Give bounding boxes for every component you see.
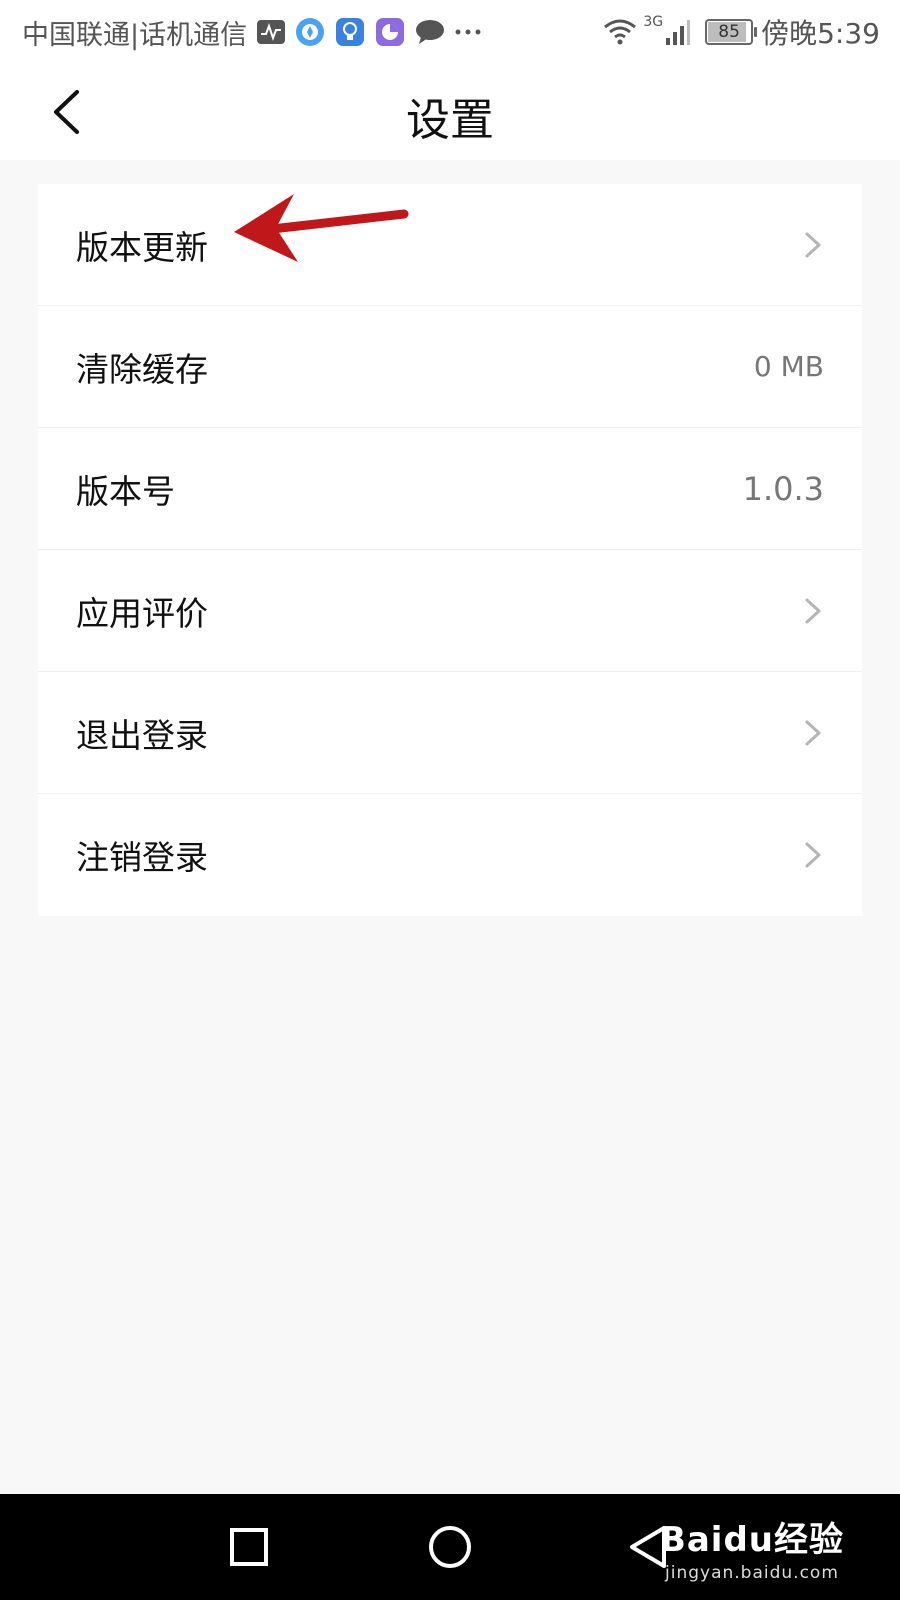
baidu-watermark: Baidu经验 jingyan.baidu.com xyxy=(660,1512,844,1583)
more-notifications-icon xyxy=(455,28,481,36)
settings-item-cancel-account[interactable]: 注销登录 xyxy=(38,794,862,916)
chat-bubble-icon xyxy=(415,19,445,45)
status-bar: 中国联通|话机通信 3G 85 傍晚5:39 xyxy=(0,0,900,62)
chevron-right-icon xyxy=(805,842,821,868)
watermark-brand: Baidu经验 xyxy=(659,1520,844,1560)
signal-icon xyxy=(665,18,691,46)
battery-icon: 85 xyxy=(705,19,758,45)
settings-item-label: 清除缓存 xyxy=(76,349,208,389)
system-nav-bar: Baidu经验 jingyan.baidu.com xyxy=(0,1494,900,1600)
settings-item-label: 应用评价 xyxy=(76,593,208,633)
pie-chart-app-icon xyxy=(375,17,405,47)
network-type-label: 3G xyxy=(643,14,664,30)
status-left: 中国联通|话机通信 xyxy=(22,12,481,52)
battery-level: 85 xyxy=(718,22,740,42)
page-title: 设置 xyxy=(406,95,494,146)
settings-item-label: 注销登录 xyxy=(76,838,208,877)
annotation-arrow-icon xyxy=(234,194,409,262)
settings-item-label: 版本号 xyxy=(76,471,175,511)
chevron-right-icon xyxy=(805,232,821,257)
settings-item-version-update[interactable]: 版本更新 xyxy=(38,184,862,306)
watermark-url: jingyan.baidu.com xyxy=(665,1563,839,1583)
compass-app-icon xyxy=(295,17,325,47)
carrier-name: 中国联通|话机通信 xyxy=(22,19,248,51)
app-header: 设置 xyxy=(0,62,900,160)
clock: 傍晚5:39 xyxy=(761,17,880,50)
settings-item-label: 退出登录 xyxy=(76,715,208,755)
chevron-right-icon xyxy=(805,720,821,745)
settings-list: 版本更新 清除缓存 0 MB 版本号 1.0.3 应用评价 退出登录 注销登录 xyxy=(38,184,862,916)
wifi-icon xyxy=(603,18,637,46)
home-button[interactable] xyxy=(425,1522,475,1572)
settings-item-clear-cache[interactable]: 清除缓存 0 MB xyxy=(38,306,862,428)
cache-size-value: 0 MB xyxy=(753,350,824,383)
settings-item-app-rating[interactable]: 应用评价 xyxy=(38,550,862,672)
settings-item-logout[interactable]: 退出登录 xyxy=(38,672,862,794)
recent-apps-button[interactable] xyxy=(224,1522,274,1572)
chevron-right-icon xyxy=(805,598,821,623)
lightbulb-app-icon xyxy=(335,17,365,47)
settings-item-version-number: 版本号 1.0.3 xyxy=(38,428,862,550)
version-number-value: 1.0.3 xyxy=(742,469,824,508)
settings-item-label: 版本更新 xyxy=(76,227,208,267)
activity-icon xyxy=(257,20,286,44)
status-right: 3G 85 傍晚5:39 xyxy=(603,12,880,52)
